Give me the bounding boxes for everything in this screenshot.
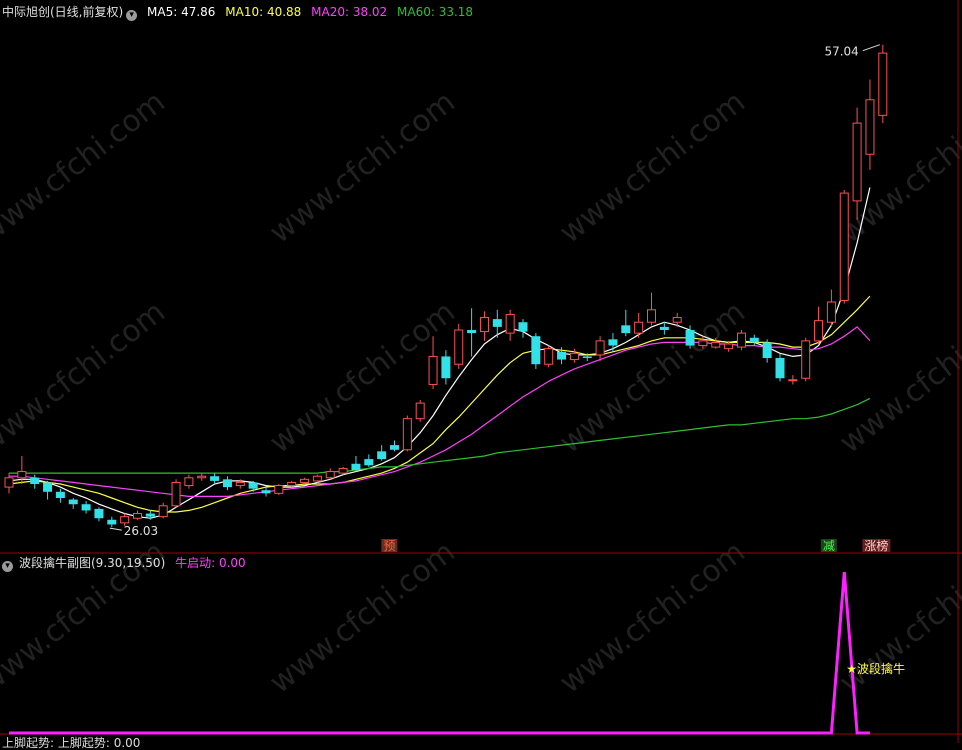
candle-body-down [492, 319, 502, 327]
candle-body-down [608, 339, 618, 346]
candle-body-down [68, 499, 78, 505]
candle-body-down [762, 342, 772, 358]
candle-body-up [120, 516, 130, 524]
low-arrow [109, 527, 122, 531]
ma60-label: MA60: 33.18 [397, 5, 474, 19]
candle-body-up [325, 471, 335, 479]
candle-body-up [479, 317, 489, 333]
candle-body-down [775, 358, 785, 379]
chevron-down-icon[interactable]: ▾ [2, 561, 13, 572]
candle-body-up [595, 340, 605, 356]
candle-body-up [647, 309, 656, 323]
sub-chart-header: ▾ 波段擒牛副图(9.30,19.50) 牛启动: 0.00 [2, 556, 252, 572]
footer-indicator-header: 上脚起势: 上脚起势: 0.00 [2, 736, 146, 750]
candle-body-down [94, 508, 104, 519]
event-mark: 减 [823, 539, 835, 553]
chart-canvas: 57.04 26.03 预 减 涨榜 ★波段擒牛 [0, 0, 962, 743]
stock-title[interactable]: 中际旭创(日线,前复权) [2, 5, 123, 19]
ma20-label: MA20: 38.02 [311, 5, 388, 19]
candle-body-down [261, 490, 271, 494]
candle-body-down [441, 356, 451, 379]
footer-indicator-text: 上脚起势: 上脚起势: 0.00 [2, 736, 141, 750]
candle-body-up [4, 477, 14, 488]
candle-body-up [569, 352, 579, 361]
candle-body-down [621, 325, 631, 334]
high-arrow [862, 44, 880, 52]
candle-body-up [814, 320, 824, 342]
candle-body-down [659, 326, 669, 330]
candle-body-up [544, 348, 554, 365]
candle-body-down [749, 337, 759, 343]
candle-body-up [672, 317, 682, 323]
candle-body-down [518, 322, 528, 332]
candle-body-down [467, 330, 477, 334]
candle-body-down [222, 479, 232, 488]
candle-body-down [81, 504, 91, 511]
candle-body-down [531, 336, 541, 365]
candle-body-up [801, 340, 811, 379]
candle-body-up [171, 481, 181, 507]
signal-line [9, 571, 870, 735]
candle-body-up [17, 471, 27, 479]
candle-body-down [248, 482, 258, 489]
candle-body-up [839, 192, 849, 301]
candle-body-up [338, 467, 348, 474]
ma-line-ma60 [9, 397, 871, 474]
signal-annotation: ★波段擒牛 [846, 661, 905, 676]
chevron-down-icon[interactable]: ▾ [126, 10, 138, 21]
candle-body-up [826, 301, 836, 323]
candle-body-down [364, 459, 374, 466]
candle-body-down [145, 513, 155, 517]
candle-body-up [852, 122, 862, 202]
candle-body-up [197, 475, 207, 479]
high-price-label: 57.04 [824, 45, 858, 59]
candle-body-up [878, 52, 888, 116]
ma10-label: MA10: 40.88 [225, 5, 302, 19]
candle-body-up [736, 332, 746, 348]
candle-body-down [557, 351, 567, 360]
main-chart-header: 中际旭创(日线,前复权) ▾ MA5: 47.86 MA10: 40.88 MA2… [2, 5, 479, 21]
candle-body-down [30, 477, 40, 484]
candle-body-down [55, 491, 65, 498]
candle-body-up [287, 481, 297, 487]
indicator-title[interactable]: 波段擒牛副图(9.30,19.50) [19, 556, 165, 570]
candle-body-up [158, 505, 168, 518]
candle-body-up [454, 329, 464, 365]
candle-body-up [402, 418, 412, 451]
candle-body-up [428, 355, 438, 385]
candle-body-down [107, 519, 117, 525]
candle-body-up [724, 343, 734, 350]
candle-body-up [133, 513, 142, 519]
event-mark: 涨榜 [864, 538, 888, 553]
candle-body-down [210, 476, 220, 481]
candle-body-up [184, 477, 194, 487]
candle-body-up [788, 379, 798, 382]
candle-body-up [698, 340, 708, 347]
candle-body-up [274, 485, 284, 494]
candle-body-up [312, 475, 322, 482]
candle-body-down [582, 356, 592, 358]
candle-body-up [235, 481, 245, 487]
candle-body-up [865, 99, 875, 155]
candle-body-down [351, 463, 361, 470]
event-mark: 预 [383, 539, 395, 553]
candle-body-up [711, 341, 721, 348]
candle-body-up [505, 313, 515, 334]
candle-body-up [634, 321, 644, 334]
candle-body-down [390, 445, 399, 450]
ma5-label: MA5: 47.86 [147, 5, 216, 19]
ma-line-ma5 [8, 187, 871, 519]
ma-line-ma10 [8, 295, 871, 513]
candle-body-up [415, 402, 425, 420]
low-price-label: 26.03 [124, 524, 158, 538]
candle-body-down [377, 451, 387, 460]
candle-body-down [43, 482, 53, 492]
candle-body-up [300, 478, 310, 483]
indicator-value: 牛启动: 0.00 [175, 556, 246, 570]
ma-line-ma20 [9, 326, 871, 497]
candle-body-down [685, 330, 695, 346]
